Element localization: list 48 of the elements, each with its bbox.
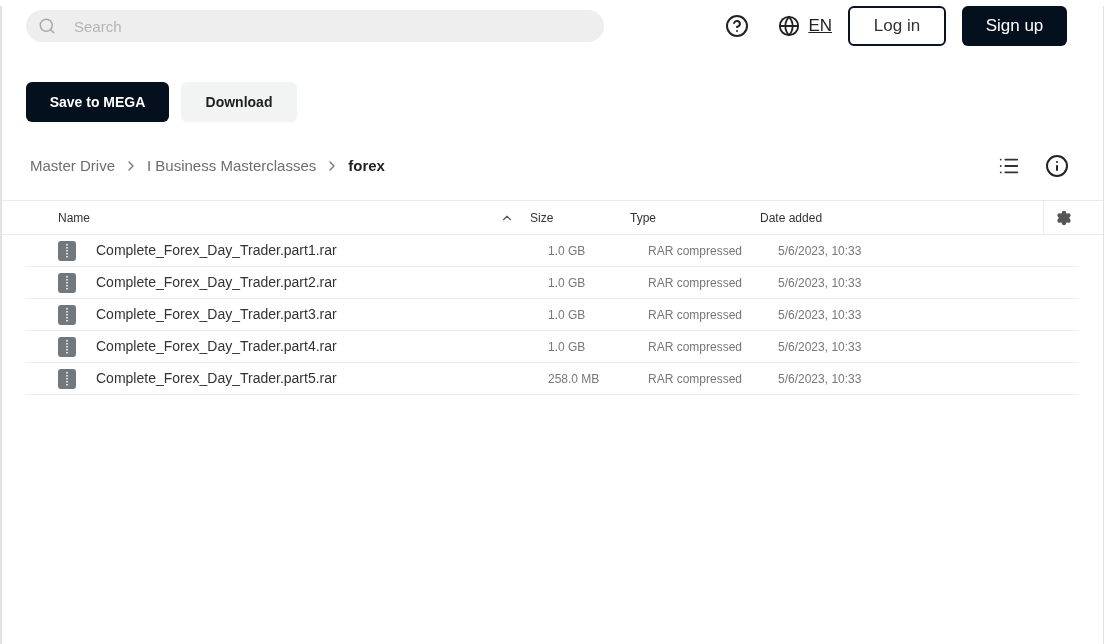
archive-file-icon [58,336,76,357]
login-button[interactable]: Log in [848,6,946,46]
file-row[interactable]: Complete_Forex_Day_Trader.part5.rar 258.0 MB RAR compressed 5/6/2023, 10:33 [26,363,1078,395]
settings-icon[interactable] [1055,209,1072,226]
date-added: 5/6/2023, 10:33 [778,242,862,260]
date-added: 5/6/2023, 10:33 [778,338,862,356]
archive-file-icon [58,304,76,325]
file-type: RAR compressed [648,274,744,292]
file-size: 258.0 MB [548,370,601,388]
archive-file-icon [58,240,76,261]
file-type: RAR compressed [648,306,744,324]
file-name: Complete_Forex_Day_Trader.part3.rar [96,305,338,324]
download-button[interactable]: Download [181,82,297,122]
file-row[interactable]: Complete_Forex_Day_Trader.part1.rar 1.0 GB RAR compressed 5/6/2023, 10:33 [26,235,1078,267]
help-icon[interactable] [725,14,750,38]
date-added: 5/6/2023, 10:33 [778,306,862,324]
file-name: Complete_Forex_Day_Trader.part2.rar [96,273,338,292]
breadcrumb-link[interactable]: Master Drive [30,154,115,178]
column-header[interactable]: Type [630,208,760,227]
date-added: 5/6/2023, 10:33 [778,274,862,292]
globe-icon[interactable] [778,15,801,37]
file-type: RAR compressed [648,242,744,260]
breadcrumb-link[interactable]: forex [348,154,385,178]
date-added: 5/6/2023, 10:33 [778,370,862,388]
file-name: Complete_Forex_Day_Trader.part1.rar [96,241,338,260]
file-row[interactable]: Complete_Forex_Day_Trader.part4.rar 1.0 GB RAR compressed 5/6/2023, 10:33 [26,331,1078,363]
file-row[interactable]: Complete_Forex_Day_Trader.part2.rar 1.0 GB RAR compressed 5/6/2023, 10:33 [26,267,1078,299]
search-field[interactable]: Search [26,10,604,42]
signup-button[interactable]: Sign up [962,6,1067,46]
file-size: 1.0 GB [548,274,587,292]
search-icon [38,17,56,35]
save-button[interactable]: Save to MEGA [26,82,169,122]
column-header[interactable]: Name [58,208,90,227]
file-type: RAR compressed [648,370,744,388]
file-type: RAR compressed [648,338,744,356]
column-header[interactable]: Date added [760,208,1043,227]
file-name: Complete_Forex_Day_Trader.part4.rar [96,337,338,356]
column-header[interactable]: Size [530,208,630,227]
file-row[interactable]: Complete_Forex_Day_Trader.part3.rar 1.0 GB RAR compressed 5/6/2023, 10:33 [26,299,1078,331]
file-name: Complete_Forex_Day_Trader.part5.rar [96,369,338,388]
info-icon[interactable] [1045,154,1069,178]
file-size: 1.0 GB [548,306,587,324]
file-size: 1.0 GB [548,242,587,260]
breadcrumb-link[interactable]: I Business Masterclasses [147,154,317,178]
archive-file-icon [58,272,76,293]
language-link[interactable]: EN [808,13,832,39]
archive-file-icon [58,368,76,389]
file-size: 1.0 GB [548,338,587,356]
